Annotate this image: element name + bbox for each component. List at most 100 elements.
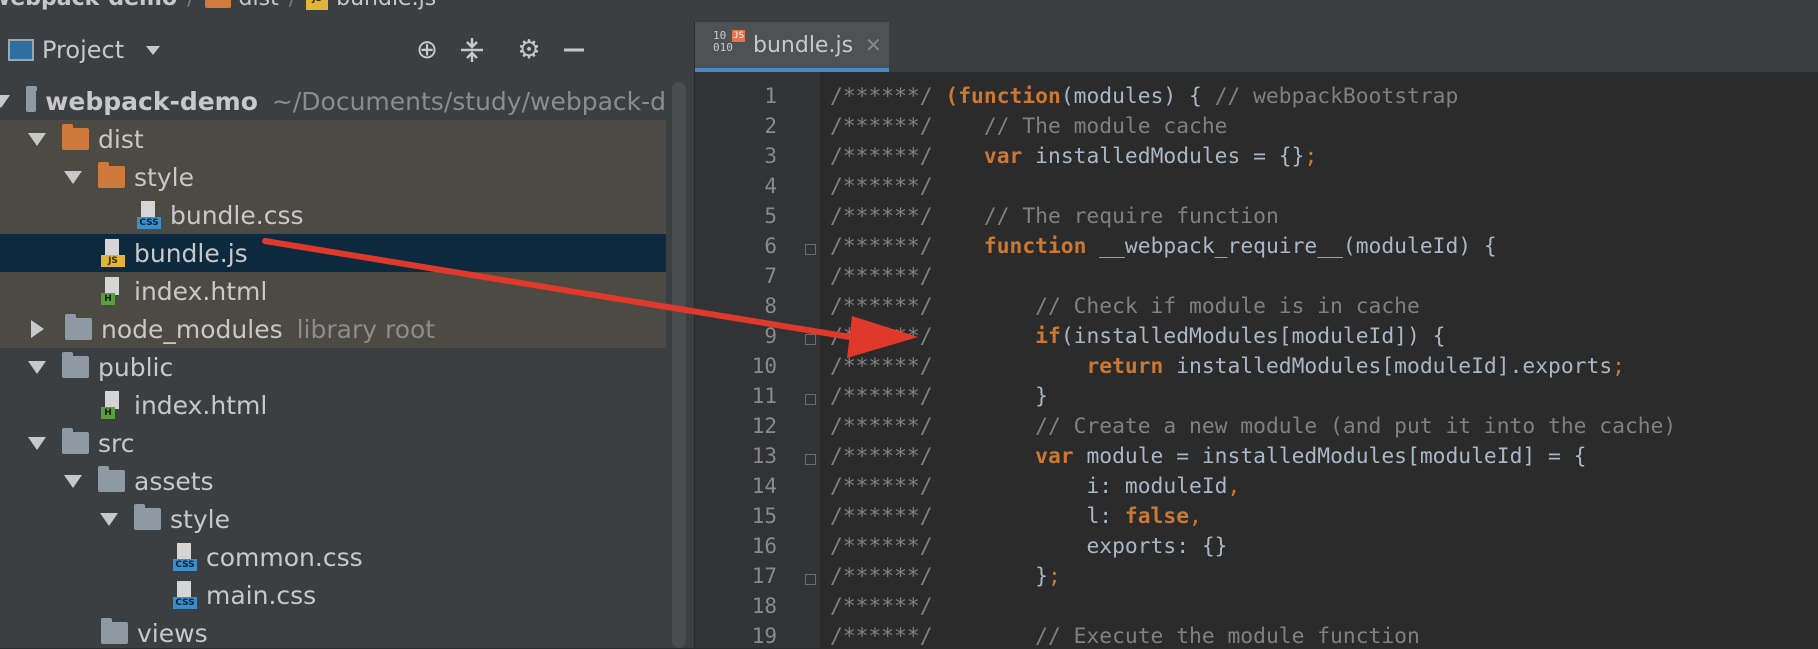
breadcrumb-item-dist[interactable]: dist bbox=[239, 0, 279, 11]
code-line: /******/ bbox=[830, 594, 933, 619]
tree-item-label: style bbox=[134, 162, 194, 192]
fold-marker-icon[interactable] bbox=[805, 574, 816, 585]
tree-row-style[interactable]: style bbox=[0, 158, 666, 196]
fold-marker-icon[interactable] bbox=[805, 334, 816, 345]
chevron-down-icon[interactable] bbox=[64, 474, 82, 488]
breadcrumb: webpack-demo / dist / JS bundle.js bbox=[0, 0, 1818, 23]
project-tree: webpack-demo ~/Documents/study/webpack-d… bbox=[0, 78, 666, 648]
breadcrumb-separator: / bbox=[187, 0, 194, 11]
breadcrumb-item-project[interactable]: webpack-demo bbox=[0, 0, 177, 11]
tree-item-label: dist bbox=[98, 124, 144, 154]
css-file-icon: CSS bbox=[173, 581, 197, 609]
js-file-icon: JS bbox=[101, 239, 125, 267]
tree-row-assets-style[interactable]: style bbox=[0, 500, 666, 538]
line-number: 7 bbox=[764, 264, 777, 288]
close-icon[interactable]: ✕ bbox=[865, 33, 882, 57]
fold-marker-icon[interactable] bbox=[805, 394, 816, 405]
code-line: /******/ // The require function bbox=[830, 204, 1279, 229]
folder-icon bbox=[65, 314, 92, 340]
html-file-icon: H bbox=[101, 277, 125, 305]
locate-icon[interactable]: ⊕ bbox=[413, 36, 441, 64]
code-line: /******/ var module = installedModules[m… bbox=[830, 444, 1587, 469]
code-line: /******/ // Check if module is in cache bbox=[830, 294, 1420, 319]
tree-item-label: main.css bbox=[206, 580, 317, 610]
line-number: 10 bbox=[751, 354, 777, 378]
tree-row-webpack-demo[interactable]: webpack-demo ~/Documents/study/webpack-d bbox=[0, 82, 666, 120]
editor-tabs: 10 010 JS bundle.js ✕ bbox=[695, 22, 1818, 72]
project-panel: Project ⊕ ⚙ webpack-demo ~/Documents/stu… bbox=[0, 22, 695, 648]
code-line: /******/ var installedModules = {}; bbox=[830, 144, 1318, 169]
code-line: /******/ function __webpack_require__(mo… bbox=[830, 234, 1497, 259]
code-line: /******/ l: false, bbox=[830, 504, 1202, 529]
breadcrumb-separator: / bbox=[289, 0, 296, 11]
chevron-down-icon[interactable] bbox=[100, 512, 118, 526]
tree-row-common-css[interactable]: CSS common.css bbox=[0, 538, 666, 576]
project-window-icon bbox=[8, 39, 34, 61]
css-file-icon: CSS bbox=[173, 543, 197, 571]
tree-item-label: index.html bbox=[134, 276, 268, 306]
editor-panel: 10 010 JS bundle.js ✕ 1 2 3 4 5 6 7 8 9 10 11 12 13 14 1… bbox=[695, 22, 1818, 649]
binary-file-icon: 10 010 JS bbox=[713, 29, 745, 54]
tree-item-label: views bbox=[137, 618, 208, 648]
code-line: /******/ // The module cache bbox=[830, 114, 1228, 139]
chevron-right-icon[interactable] bbox=[31, 320, 44, 338]
line-number: 14 bbox=[751, 474, 777, 498]
minimize-icon[interactable] bbox=[560, 36, 588, 64]
tree-row-index-html[interactable]: H index.html bbox=[0, 272, 666, 310]
line-number: 4 bbox=[764, 174, 777, 198]
tree-item-label: node_modules bbox=[101, 314, 283, 344]
tree-row-bundle-css[interactable]: CSS bundle.css bbox=[0, 196, 666, 234]
tree-item-label: bundle.css bbox=[170, 200, 304, 230]
gear-icon[interactable]: ⚙ bbox=[515, 36, 543, 64]
folder-icon bbox=[62, 428, 89, 454]
tree-scrollbar[interactable] bbox=[672, 82, 686, 648]
tree-row-views[interactable]: views bbox=[0, 614, 666, 648]
css-file-icon: CSS bbox=[137, 201, 161, 229]
tree-row-node-modules[interactable]: node_modules library root bbox=[0, 310, 666, 348]
tree-row-public-index-html[interactable]: H index.html bbox=[0, 386, 666, 424]
tree-item-label: bundle.js bbox=[134, 238, 248, 268]
tree-row-dist[interactable]: dist bbox=[0, 120, 666, 158]
fold-marker-icon[interactable] bbox=[805, 244, 816, 255]
code-line: /******/ bbox=[830, 264, 933, 289]
line-number: 9 bbox=[764, 324, 777, 348]
breadcrumb-item-file[interactable]: bundle.js bbox=[336, 0, 436, 11]
html-file-icon: H bbox=[101, 391, 125, 419]
collapse-all-icon[interactable] bbox=[458, 36, 486, 64]
code-line: /******/ // Create a new module (and put… bbox=[830, 414, 1677, 439]
code-area[interactable]: /******/ (function(modules) { // webpack… bbox=[830, 72, 1818, 649]
tree-row-main-css[interactable]: CSS main.css bbox=[0, 576, 666, 614]
line-number: 3 bbox=[764, 144, 777, 168]
line-number: 16 bbox=[751, 534, 777, 558]
chevron-down-icon[interactable] bbox=[28, 360, 46, 374]
line-number: 15 bbox=[751, 504, 777, 528]
chevron-down-icon[interactable] bbox=[146, 46, 160, 55]
chevron-down-icon[interactable] bbox=[64, 170, 82, 184]
line-number: 11 bbox=[751, 384, 777, 408]
code-line: /******/ }; bbox=[830, 564, 1061, 589]
line-number: 5 bbox=[764, 204, 777, 228]
tab-bundle-js[interactable]: 10 010 JS bundle.js ✕ bbox=[695, 22, 889, 72]
project-view-selector[interactable]: Project bbox=[42, 22, 124, 78]
code-line: /******/ exports: {} bbox=[830, 534, 1228, 559]
line-number: 2 bbox=[764, 114, 777, 138]
line-number: 17 bbox=[751, 564, 777, 588]
tree-item-label: public bbox=[98, 352, 174, 382]
tree-row-public[interactable]: public bbox=[0, 348, 666, 386]
tree-row-bundle-js[interactable]: JS bundle.js bbox=[0, 234, 666, 272]
fold-marker-icon[interactable] bbox=[805, 454, 816, 465]
tree-item-label: src bbox=[98, 428, 135, 458]
tree-item-path: ~/Documents/study/webpack-d bbox=[271, 86, 666, 116]
chevron-down-icon[interactable] bbox=[28, 436, 46, 450]
tree-row-src[interactable]: src bbox=[0, 424, 666, 462]
tree-row-assets[interactable]: assets bbox=[0, 462, 666, 500]
chevron-down-icon[interactable] bbox=[28, 132, 46, 146]
folder-icon bbox=[62, 352, 89, 378]
chevron-down-icon[interactable] bbox=[0, 94, 10, 108]
line-number: 8 bbox=[764, 294, 777, 318]
tree-item-label: assets bbox=[134, 466, 214, 496]
tree-item-label: webpack-demo bbox=[45, 86, 258, 116]
folder-icon bbox=[134, 504, 161, 530]
line-number: 19 bbox=[751, 624, 777, 648]
code-line: /******/ if(installedModules[moduleId]) … bbox=[830, 324, 1446, 349]
